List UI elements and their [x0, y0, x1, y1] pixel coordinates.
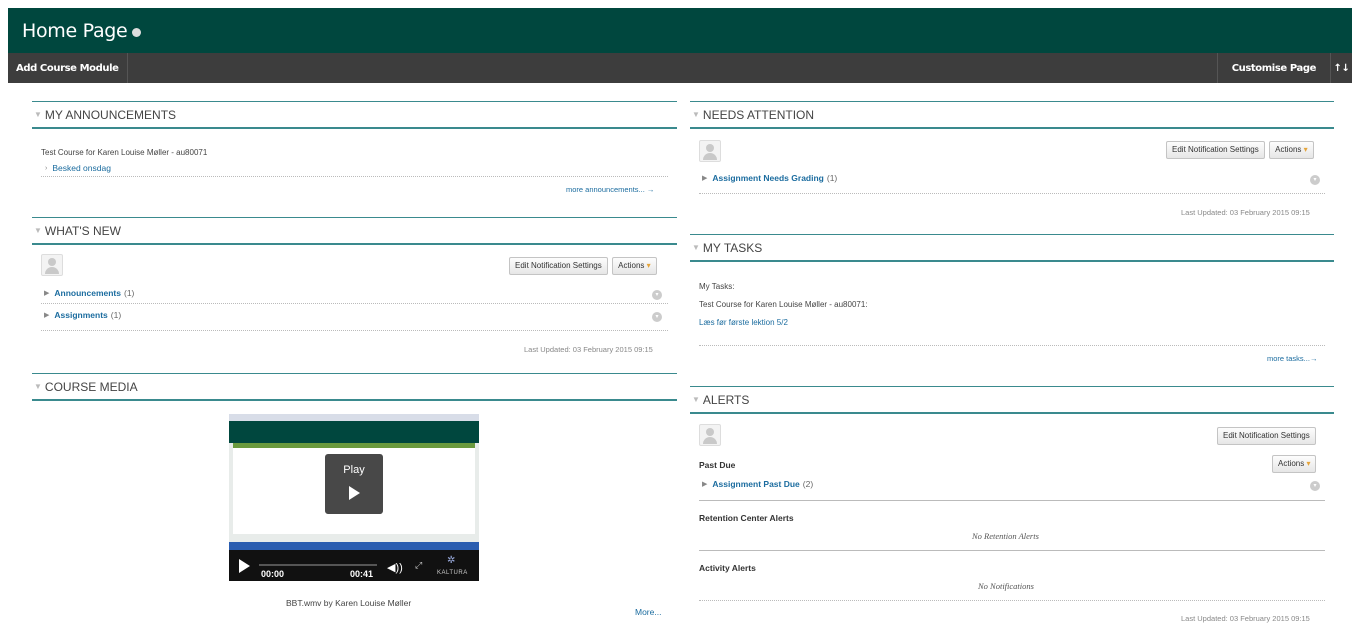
video-caption: BBT.wmv by Karen Louise Møller: [286, 598, 412, 608]
progress-bar[interactable]: [259, 564, 377, 566]
collapse-icon[interactable]: ▼: [34, 110, 42, 119]
tasks-heading: My Tasks:: [699, 282, 735, 291]
page-title: Home Page: [22, 19, 128, 42]
avatar: [41, 254, 63, 276]
list-item[interactable]: ▶ Announcements (1): [44, 288, 134, 298]
module-title: NEEDS ATTENTION: [702, 107, 815, 122]
volume-icon[interactable]: ◀)): [387, 561, 403, 574]
total-time: 00:41: [350, 569, 374, 579]
fullscreen-icon[interactable]: ⤢: [415, 560, 422, 571]
more-media-link[interactable]: More...: [635, 607, 661, 617]
tasks-course: Test Course for Karen Louise Møller - au…: [699, 300, 868, 309]
more-announcements-link[interactable]: more announcements... →: [566, 185, 654, 194]
avatar: [699, 140, 721, 162]
module-title: MY ANNOUNCEMENTS: [44, 107, 177, 122]
brand-label: KALTURA: [437, 570, 468, 576]
module-needs-attention: ▼ NEEDS ATTENTION: [690, 101, 1334, 129]
announcement-course: Test Course for Karen Louise Møller - au…: [41, 148, 208, 157]
last-updated: Last Updated: 03 February 2015 09:15: [1181, 208, 1310, 217]
chevron-down-icon[interactable]: ▾: [1310, 175, 1320, 185]
announcement-link[interactable]: Besked onsdag: [52, 163, 111, 173]
list-item[interactable]: ▶ Assignments (1): [44, 310, 121, 320]
actions-button[interactable]: Actions ▾: [1272, 455, 1317, 473]
list-item[interactable]: ▶ Assignment Past Due (2): [702, 479, 813, 489]
module-my-announcements: ▼ MY ANNOUNCEMENTS: [32, 101, 677, 129]
last-updated: Last Updated: 03 February 2015 09:15: [524, 345, 653, 354]
chevron-down-icon[interactable]: ▾: [652, 290, 662, 300]
list-item[interactable]: ▶ Assignment Needs Grading (1): [702, 173, 837, 183]
customise-page-button[interactable]: Customise Page: [1216, 53, 1330, 83]
module-alerts: ▼ ALERTS: [690, 386, 1334, 414]
page-toolbar: Add Course Module Customise Page ↑↓: [8, 53, 1352, 83]
actions-button[interactable]: Actions ▾: [1269, 141, 1314, 159]
play-icon[interactable]: [239, 559, 250, 573]
play-button[interactable]: Play: [325, 454, 383, 514]
collapse-icon[interactable]: ▼: [34, 226, 42, 235]
chevron-down-icon[interactable]: ▾: [1310, 481, 1320, 491]
module-title: WHAT'S NEW: [44, 223, 121, 238]
player-controls: 00:00 00:41 ◀)) ⤢ ✲ KALTURA: [229, 550, 479, 581]
avatar: [699, 424, 721, 446]
video-player[interactable]: Play 00:00 00:41 ◀)) ⤢ ✲ KALTURA: [229, 414, 479, 581]
retention-empty: No Retention Alerts: [972, 531, 1039, 541]
actions-button[interactable]: Actions ▾: [612, 257, 657, 275]
page-header: Home Page: [8, 8, 1352, 53]
module-title: ALERTS: [702, 392, 750, 407]
module-title: COURSE MEDIA: [44, 379, 138, 394]
add-course-module-button[interactable]: Add Course Module: [8, 53, 128, 83]
edit-notification-settings-button[interactable]: Edit Notification Settings: [1217, 427, 1316, 445]
edit-notification-settings-button[interactable]: Edit Notification Settings: [509, 257, 608, 275]
collapse-icon[interactable]: ▼: [692, 243, 700, 252]
retention-alerts-heading: Retention Center Alerts: [699, 513, 794, 523]
kaltura-logo-icon: ✲: [447, 555, 456, 566]
edit-notification-settings-button[interactable]: Edit Notification Settings: [1166, 141, 1265, 159]
chevron-down-icon[interactable]: ▾: [652, 312, 662, 322]
collapse-icon[interactable]: ▼: [692, 110, 700, 119]
past-due-heading: Past Due: [699, 460, 736, 470]
collapse-icon[interactable]: ▼: [34, 382, 42, 391]
page-options-icon[interactable]: [132, 27, 142, 37]
reorder-icon[interactable]: ↑↓: [1330, 53, 1352, 83]
activity-alerts-heading: Activity Alerts: [699, 563, 756, 573]
module-my-tasks: ▼ MY TASKS: [690, 234, 1334, 262]
module-title: MY TASKS: [702, 240, 763, 255]
play-icon: [348, 486, 360, 500]
last-updated: Last Updated: 03 February 2015 09:15: [1181, 614, 1310, 623]
module-whats-new: ▼ WHAT'S NEW: [32, 217, 677, 245]
current-time: 00:00: [261, 569, 285, 579]
more-tasks-link[interactable]: more tasks...→: [1267, 354, 1317, 363]
module-course-media: ▼ COURSE MEDIA: [32, 373, 677, 401]
collapse-icon[interactable]: ▼: [692, 395, 700, 404]
activity-empty: No Notifications: [978, 581, 1034, 591]
task-link[interactable]: Læs før første lektion 5/2: [699, 318, 788, 327]
chevron-right-icon: ›: [45, 164, 48, 172]
